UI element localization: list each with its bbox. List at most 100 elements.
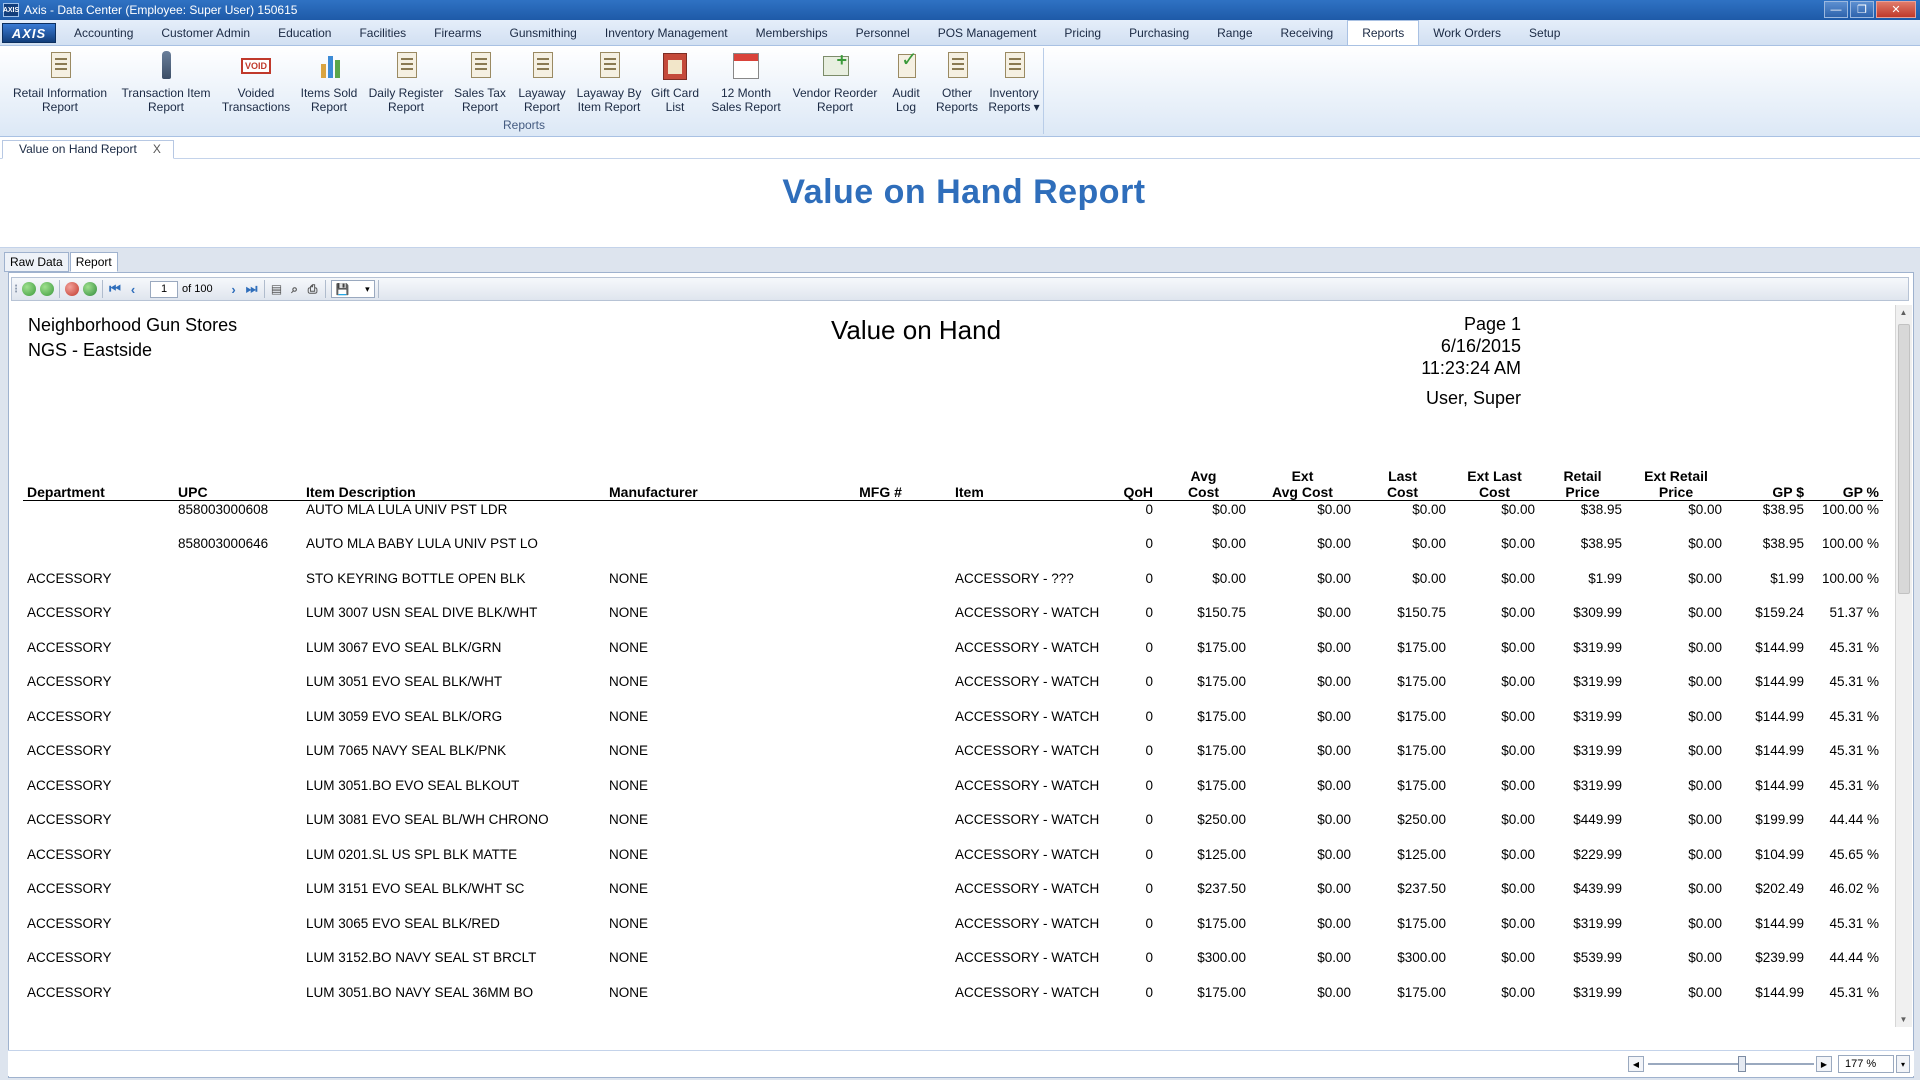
document-map-icon[interactable]: ▤ bbox=[269, 281, 285, 297]
close-tab-icon[interactable]: X bbox=[153, 141, 161, 158]
cell-item-description: LUM 3007 USN SEAL DIVE BLK/WHT bbox=[306, 605, 538, 620]
ribbon-button-sales-tax-report[interactable]: Sales Tax Report bbox=[450, 50, 510, 114]
ribbon-button-transaction-item-report[interactable]: Transaction Item Report bbox=[116, 50, 216, 114]
cell-mfg-number bbox=[810, 708, 951, 743]
cell-ext-last-cost: $0.00 bbox=[1501, 708, 1535, 724]
cell-gp-percent: 45.31 % bbox=[1829, 777, 1879, 793]
ribbon-button-label: Layaway By bbox=[576, 86, 642, 100]
column-header-avg-cost: Avg Cost bbox=[1157, 468, 1250, 501]
table-row: 858003000646 AUTO MLA BABY LULA UNIV PST … bbox=[23, 535, 1883, 570]
menu-tab-inventory-management[interactable]: Inventory Management bbox=[591, 21, 742, 45]
minimize-button[interactable]: — bbox=[1824, 1, 1848, 18]
cell-upc bbox=[174, 673, 302, 708]
ribbon-button-label: Audit bbox=[892, 86, 920, 100]
ribbon-button-retail-information-report[interactable]: Retail Information Report bbox=[8, 50, 112, 114]
cell-gp-dollars: $144.99 bbox=[1755, 984, 1804, 1000]
column-header-line bbox=[1095, 468, 1153, 484]
menu-tab-customer-admin[interactable]: Customer Admin bbox=[147, 21, 264, 45]
column-header-line: Cost bbox=[1478, 484, 1511, 500]
table-row: ACCESSORY STO KEYRING BOTTLE OPEN BLK NONE… bbox=[23, 570, 1883, 605]
page-number-input[interactable]: 1 bbox=[150, 280, 178, 298]
cell-last-cost: $175.00 bbox=[1397, 639, 1446, 655]
vertical-scrollbar[interactable]: ▲ ▼ bbox=[1895, 305, 1912, 1027]
ribbon-button-12-month-sales-report[interactable]: 12 Month Sales Report bbox=[706, 50, 786, 114]
menu-tab-pos-management[interactable]: POS Management bbox=[924, 21, 1051, 45]
menu-tab-range[interactable]: Range bbox=[1203, 21, 1266, 45]
cell-manufacturer: NONE bbox=[609, 812, 649, 827]
ribbon-button-layaway-by-item-report[interactable]: Layaway By Item Report bbox=[572, 50, 646, 114]
menu-tab-education[interactable]: Education bbox=[264, 21, 345, 45]
export-dropdown[interactable]: 💾 ▾ bbox=[330, 280, 375, 298]
previous-page-icon[interactable]: ‹ bbox=[125, 281, 141, 297]
forward-icon[interactable] bbox=[39, 281, 55, 297]
ribbon-button-inventory-reports[interactable]: Inventory Reports ▾ bbox=[984, 50, 1044, 114]
cell-ext-avg-cost: $0.00 bbox=[1317, 950, 1351, 965]
cell-mfg-number bbox=[810, 880, 951, 915]
ribbon-button-gift-card-list[interactable]: Gift Card List bbox=[648, 50, 702, 114]
ribbon-button-voided-transactions[interactable]: VOID Voided Transactions bbox=[220, 50, 292, 114]
close-window-button[interactable]: ✕ bbox=[1876, 1, 1916, 18]
tab-value-on-hand-report[interactable]: Value on Hand Report X bbox=[2, 140, 174, 159]
cell-gp-percent: 45.31 % bbox=[1829, 639, 1879, 655]
back-icon[interactable] bbox=[21, 281, 37, 297]
ribbon-button-other-reports[interactable]: Other Reports bbox=[934, 50, 980, 114]
cell-item-description: AUTO MLA BABY LULA UNIV PST LO bbox=[306, 536, 538, 551]
scrollbar-thumb[interactable] bbox=[1898, 324, 1910, 594]
ribbon-button-items-sold-report[interactable]: Items Sold Report bbox=[296, 50, 362, 114]
zoom-out-icon[interactable]: ◀ bbox=[1628, 1056, 1644, 1072]
last-page-icon[interactable]: ⏭ bbox=[244, 281, 260, 297]
tab-report[interactable]: Report bbox=[69, 252, 118, 272]
menu-tab-facilities[interactable]: Facilities bbox=[345, 21, 420, 45]
report-time: 11:23:24 AM bbox=[1421, 358, 1521, 378]
cell-gp-dollars: $144.99 bbox=[1755, 708, 1804, 724]
menu-tab-memberships[interactable]: Memberships bbox=[742, 21, 842, 45]
menu-tab-work-orders[interactable]: Work Orders bbox=[1419, 21, 1515, 45]
scroll-up-icon[interactable]: ▲ bbox=[1896, 305, 1911, 320]
cell-qoh: 0 bbox=[1145, 536, 1153, 551]
menu-tab-firearms[interactable]: Firearms bbox=[420, 21, 495, 45]
menu-tab-pricing[interactable]: Pricing bbox=[1050, 21, 1115, 45]
scroll-down-icon[interactable]: ▼ bbox=[1896, 1012, 1911, 1027]
cell-last-cost: $175.00 bbox=[1397, 915, 1446, 931]
first-page-icon[interactable]: ⏮ bbox=[107, 281, 123, 297]
menu-tab-setup[interactable]: Setup bbox=[1515, 21, 1574, 45]
menu-tab-gunsmithing[interactable]: Gunsmithing bbox=[495, 21, 590, 45]
ribbon-button-audit-log[interactable]: AuditLog bbox=[884, 50, 928, 114]
restore-button[interactable]: ❐ bbox=[1850, 1, 1874, 18]
next-page-icon[interactable]: › bbox=[226, 281, 242, 297]
menu-tab-receiving[interactable]: Receiving bbox=[1267, 21, 1348, 45]
menu-tab-purchasing[interactable]: Purchasing bbox=[1115, 21, 1203, 45]
ribbon-button-label: Report bbox=[310, 100, 348, 114]
ribbon-button-layaway-report[interactable]: Layaway Report bbox=[514, 50, 570, 114]
zoom-in-icon[interactable]: ▶ bbox=[1816, 1056, 1832, 1072]
print-icon[interactable]: ⎙ bbox=[305, 281, 321, 297]
refresh-icon[interactable] bbox=[82, 281, 98, 297]
ribbon-button-daily-register-report[interactable]: Daily Register Report bbox=[366, 50, 446, 114]
column-header-line: Item bbox=[955, 484, 984, 500]
zoom-level-input[interactable]: 177 % bbox=[1838, 1055, 1894, 1073]
menu-tab-reports[interactable]: Reports bbox=[1347, 20, 1420, 45]
cell-qoh: 0 bbox=[1145, 881, 1153, 896]
find-icon[interactable]: ⌕ bbox=[287, 281, 303, 297]
cell-qoh: 0 bbox=[1145, 984, 1153, 1000]
cell-ext-retail-price: $0.00 bbox=[1688, 846, 1722, 862]
cell-item: ACCESSORY - WATCH bbox=[955, 881, 1100, 896]
cell-qoh: 0 bbox=[1145, 674, 1153, 689]
ribbon-button-vendor-reorder-report[interactable]: Vendor ReorderReport bbox=[790, 50, 880, 114]
cell-item: ACCESSORY - WATCH bbox=[955, 708, 1100, 724]
menu-tab-accounting[interactable]: Accounting bbox=[60, 21, 147, 45]
cell-retail-price: $1.99 bbox=[1588, 570, 1622, 586]
zoom-slider-thumb[interactable] bbox=[1738, 1056, 1746, 1072]
menu-tab-personnel[interactable]: Personnel bbox=[842, 21, 924, 45]
column-header-line bbox=[955, 468, 1087, 484]
zoom-slider-track[interactable] bbox=[1648, 1063, 1814, 1065]
cell-retail-price: $229.99 bbox=[1573, 846, 1622, 862]
chevron-down-icon: ▾ bbox=[365, 283, 370, 294]
cell-avg-cost: $237.50 bbox=[1197, 881, 1246, 896]
tab-raw-data[interactable]: Raw Data bbox=[4, 252, 69, 272]
zoom-dropdown-chevron-icon[interactable]: ▾ bbox=[1896, 1055, 1910, 1073]
cell-department bbox=[23, 535, 174, 570]
stop-icon[interactable] bbox=[64, 281, 80, 297]
toolbar-separator bbox=[59, 280, 60, 298]
ribbon-button-label: Retail Information bbox=[12, 86, 108, 100]
